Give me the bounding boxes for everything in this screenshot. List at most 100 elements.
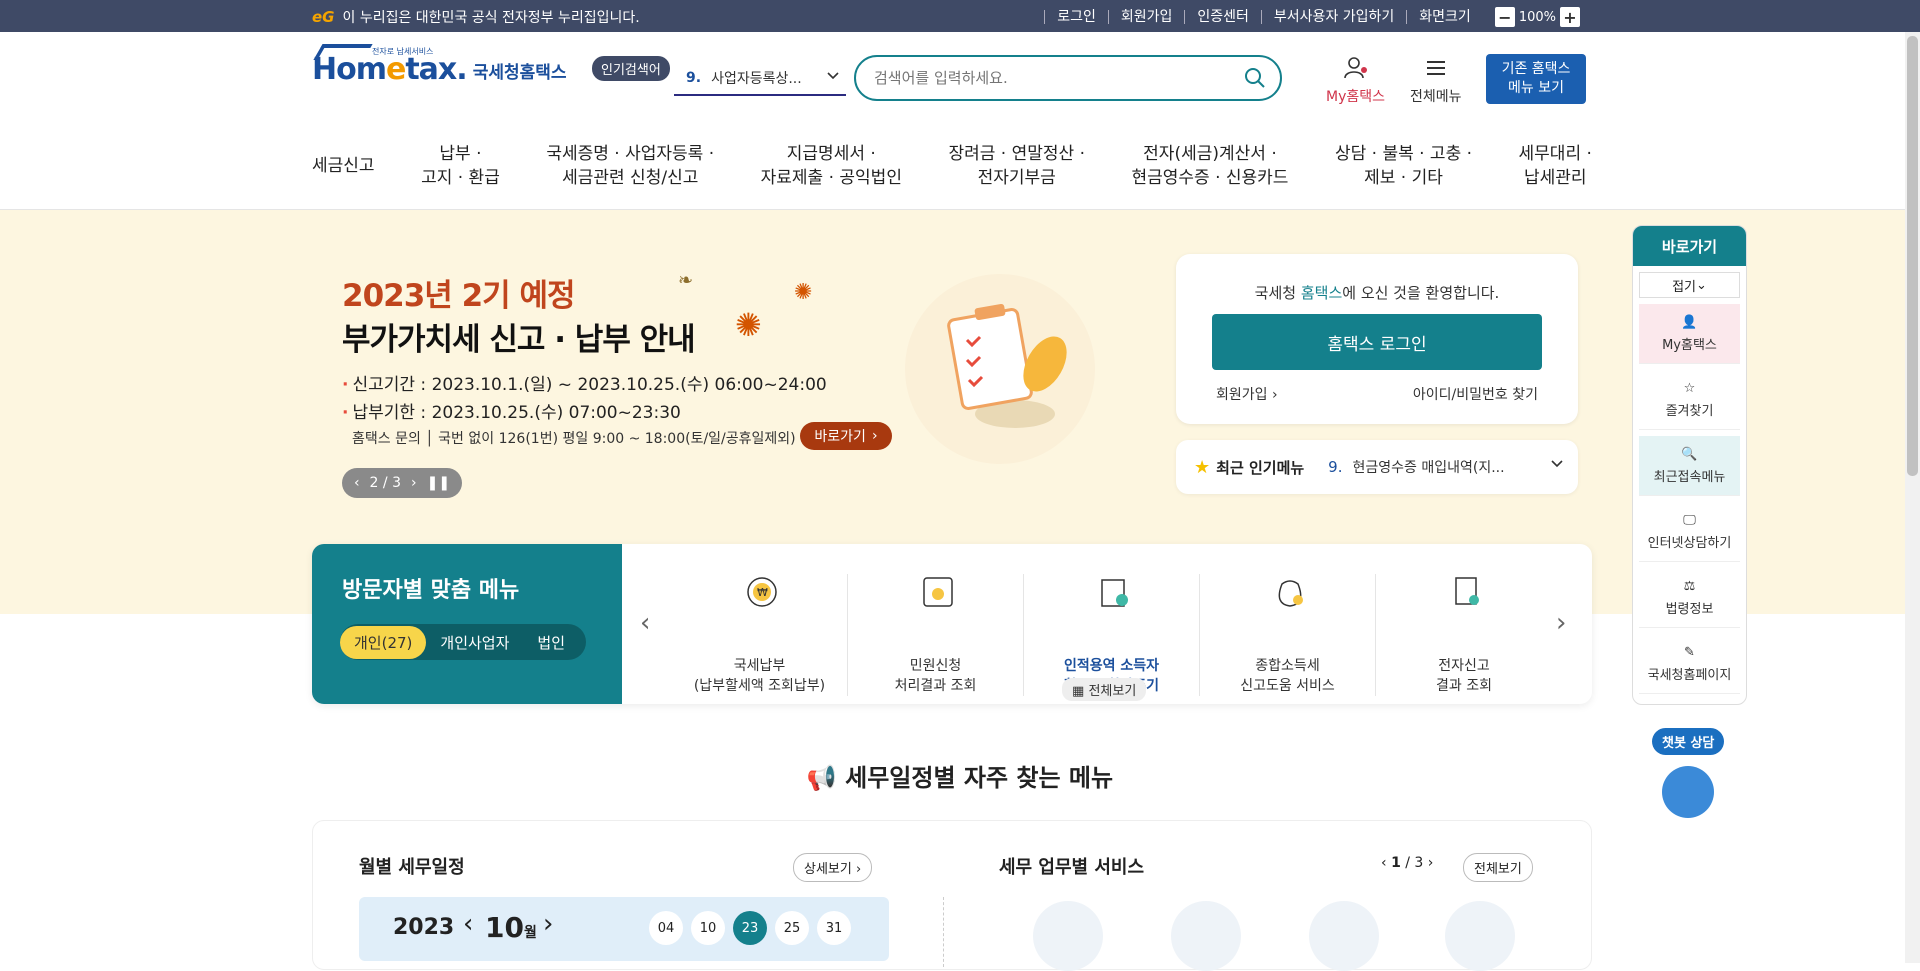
calendar-month-num: 10 [485, 911, 524, 944]
schedule-detail-label: 상세보기 [804, 862, 852, 877]
nav-consult[interactable]: 상담 · 불복 · 고충 · 제보 · 기타 [1335, 142, 1472, 190]
my-hometax-button[interactable]: My홈택스 [1326, 56, 1385, 106]
chatbot-mascot-icon[interactable] [1662, 766, 1714, 818]
service-settings-icon[interactable] [1171, 901, 1241, 971]
nav-certificate[interactable]: 국세증명 · 사업자등록 · 세금관련 신청/신고 [546, 142, 714, 190]
tab-individual[interactable]: 개인(27) [340, 625, 427, 659]
egov-logo: eG [312, 8, 335, 26]
monitor-icon: 🖵 [1683, 512, 1696, 528]
all-menu-button[interactable]: 전체메뉴 [1410, 56, 1462, 106]
hometax-login-button[interactable]: 홈택스 로그인 [1212, 314, 1542, 370]
popular-search-rank: 9. [686, 70, 702, 86]
hero-go-button[interactable]: 바로가기 › [800, 422, 892, 450]
nav-payment[interactable]: 납부 · 고지 · 환급 [421, 142, 500, 190]
menu-tax-payment[interactable]: ₩ 국세납부 (납부할세액 조회납부) [672, 574, 848, 696]
service-view-all-button[interactable]: 전체보기 [1463, 853, 1533, 882]
join-link[interactable]: 회원가입 [1107, 10, 1185, 24]
user-icon: 👤 [1681, 314, 1698, 330]
login-card: 국세청 홈택스에 오신 것을 환영합니다. 홈택스 로그인 회원가입 › 아이디… [1176, 254, 1578, 424]
nav-statements[interactable]: 지급명세서 · 자료제출 · 공익법인 [761, 142, 902, 190]
menu-civil-result[interactable]: 민원신청 처리결과 조회 [848, 574, 1024, 696]
quick-law-info[interactable]: ⚖ 법령정보 [1639, 568, 1740, 628]
hero-period-label: 신고기간 : [352, 375, 427, 395]
tab-sole-proprietor[interactable]: 개인사업자 [426, 626, 523, 659]
site-header: 전자로 납세서비스 Hometax. 국세청홈택스 인기검색어 9. 사업자등록… [0, 32, 1920, 210]
quick-fold-button[interactable]: 접기 ⌄ [1639, 272, 1740, 298]
prev-month-icon[interactable]: ‹ [463, 909, 473, 939]
nav-incentive[interactable]: 장려금 · 연말정산 · 전자기부금 [948, 142, 1085, 190]
megaphone-icon: 📢 [806, 764, 837, 792]
hamburger-icon [1424, 56, 1448, 84]
day-25[interactable]: 25 [775, 911, 809, 945]
schedule-section-title: 📢 세무일정별 자주 찾는 메뉴 [0, 758, 1920, 793]
menu-income-tax-help[interactable]: 종합소득세 신고도움 서비스 [1200, 574, 1376, 696]
hero-year-label: 2023년 2기 예정 [342, 278, 576, 314]
recent-popular-menu[interactable]: ★ 최근 인기메뉴 9. 현금영수증 매입내역(지... [1176, 440, 1578, 494]
prev-slide-icon[interactable]: ‹ [354, 475, 360, 491]
quick-my-hometax[interactable]: 👤 My홈택스 [1639, 304, 1740, 364]
carousel-next-icon[interactable]: › [1556, 608, 1566, 638]
quick-menu-title: 바로가기 [1633, 226, 1746, 266]
quick-online-consult[interactable]: 🖵 인터넷상담하기 [1639, 502, 1740, 562]
edit-doc-icon: ✎ [1684, 644, 1695, 660]
day-04[interactable]: 04 [649, 911, 683, 945]
quick-favorites-label: 즐겨찾기 [1665, 403, 1714, 419]
cert-center-link[interactable]: 인증센터 [1184, 10, 1261, 24]
day-23-selected[interactable]: 23 [733, 911, 767, 945]
search-box [854, 55, 1282, 101]
chevron-right-icon: › [1271, 387, 1278, 403]
old-hometax-menu-button[interactable]: 기존 홈택스 메뉴 보기 [1486, 54, 1586, 104]
dept-user-join-link[interactable]: 부서사용자 가입하기 [1260, 10, 1406, 24]
next-month-icon[interactable]: › [543, 909, 553, 939]
page-scrollbar[interactable] [1905, 32, 1920, 963]
day-10[interactable]: 10 [691, 911, 725, 945]
hometax-logo[interactable]: 전자로 납세서비스 Hometax. 국세청홈택스 [312, 44, 567, 87]
old-hometax-label: 기존 홈택스 메뉴 보기 [1501, 61, 1571, 96]
calendar-month-unit: 월 [523, 925, 537, 941]
quick-fold-label: 접기 [1672, 279, 1696, 295]
carousel-prev-icon[interactable]: ‹ [640, 608, 650, 638]
zoom-in-button[interactable]: + [1560, 7, 1580, 27]
popular-search-select[interactable]: 9. 사업자등록상... [674, 62, 846, 96]
view-all-button[interactable]: ▦ 전체보기 [1062, 678, 1147, 701]
welcome-post: 에 오신 것을 환영합니다. [1342, 284, 1500, 302]
day-31[interactable]: 31 [817, 911, 851, 945]
slide-indicator: 2 / 3 [369, 475, 401, 491]
find-id-password-link[interactable]: 아이디/비밀번호 찾기 [1413, 384, 1538, 404]
nav-tax-agent[interactable]: 세무대리 · 납세관리 [1519, 142, 1592, 190]
logo-roof-icon [313, 44, 373, 60]
search-input[interactable] [874, 69, 1234, 87]
quick-recent-menu[interactable]: 🔍 최근접속메뉴 [1639, 436, 1740, 496]
nav-e-invoice[interactable]: 전자(세금)계산서 · 현금영수증 · 신용카드 [1131, 142, 1288, 190]
scrollbar-thumb[interactable] [1907, 36, 1918, 476]
next-page-icon[interactable]: › [1428, 855, 1434, 871]
service-vat-icon[interactable] [1033, 901, 1103, 971]
gov-notice: eG 이 누리집은 대한민국 공식 전자정부 누리집입니다. [312, 7, 640, 27]
schedule-detail-button[interactable]: 상세보기 › [793, 853, 873, 882]
visitor-tabs: 개인(27) 개인사업자 법인 [340, 624, 586, 660]
prev-page-icon[interactable]: ‹ [1381, 855, 1387, 871]
search-icon[interactable] [1244, 67, 1266, 93]
recent-popular-label: 최근 인기메뉴 [1216, 458, 1305, 477]
join-link-label: 회원가입 [1216, 387, 1268, 403]
service-tax-mail-icon[interactable] [1309, 901, 1379, 971]
quick-recent-menu-label: 최근접속메뉴 [1653, 469, 1726, 485]
quick-nts-homepage[interactable]: ✎ 국세청홈페이지 [1639, 634, 1740, 694]
quick-online-consult-label: 인터넷상담하기 [1647, 535, 1732, 551]
pause-icon[interactable]: ❚❚ [427, 475, 450, 491]
zoom-out-button[interactable]: − [1494, 7, 1515, 27]
tab-corporation[interactable]: 법인 [523, 626, 579, 659]
chatbot-button[interactable]: 챗봇 상담 [1652, 728, 1725, 755]
join-link[interactable]: 회원가입 › [1216, 384, 1278, 404]
login-link[interactable]: 로그인 [1044, 10, 1108, 24]
menu-e-filing-result[interactable]: 전자신고 결과 조회 [1376, 574, 1552, 696]
logo-tax-text: tax. [405, 52, 467, 87]
document-bell-icon [918, 574, 958, 610]
hero-due: · 납부기한 : 2023.10.25.(수) 07:00~23:30 [342, 398, 681, 423]
quick-favorites[interactable]: ☆ 즐겨찾기 [1639, 370, 1740, 430]
leaf-icon: ❧ [678, 270, 694, 291]
next-slide-icon[interactable]: › [411, 475, 417, 491]
service-receipt-icon[interactable] [1445, 901, 1515, 971]
chevron-down-icon [1550, 456, 1564, 474]
nav-tax-report[interactable]: 세금신고 [312, 154, 375, 178]
